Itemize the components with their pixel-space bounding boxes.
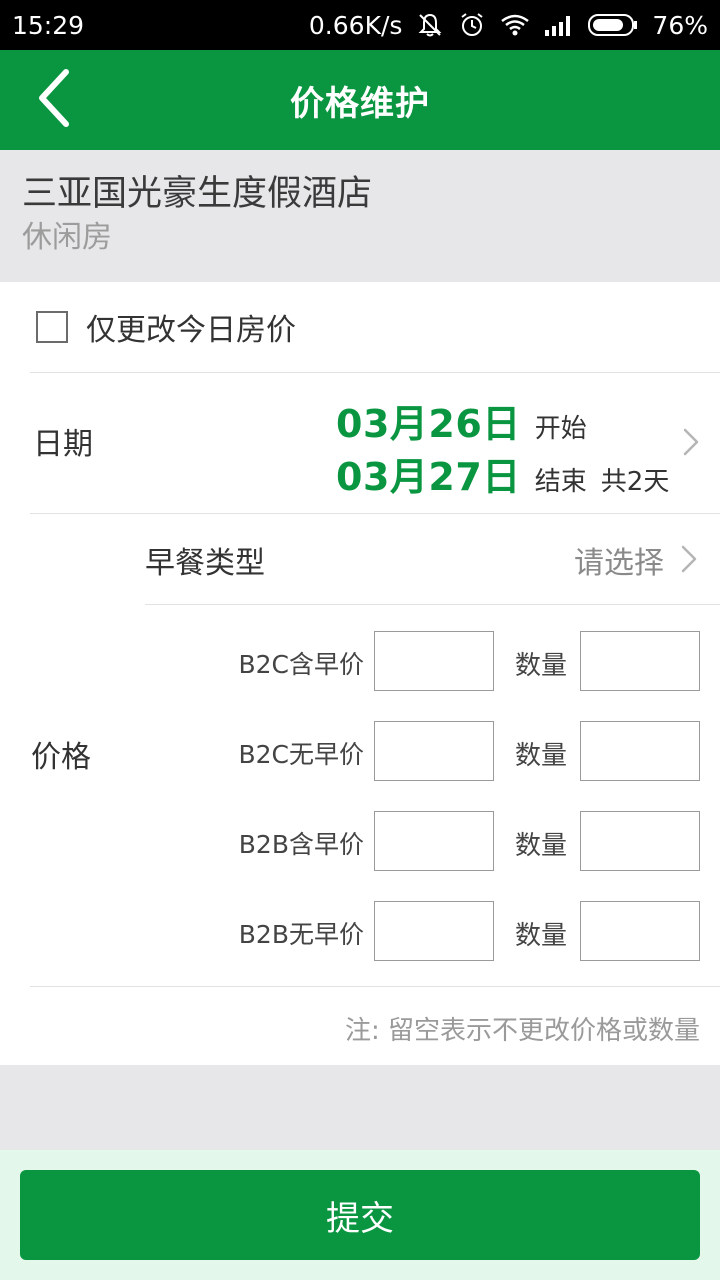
price-input[interactable] xyxy=(374,811,494,871)
chevron-right-icon xyxy=(678,542,700,576)
alarm-clock-icon xyxy=(458,11,486,39)
signal-icon xyxy=(544,13,574,37)
quantity-input[interactable] xyxy=(580,901,700,961)
quantity-label: 数量 xyxy=(515,651,568,681)
price-row-b2c-with-breakfast: B2C含早价 数量 xyxy=(0,631,720,693)
price-row-label: B2B无早价 xyxy=(238,920,364,949)
quantity-input[interactable] xyxy=(580,631,700,691)
start-date: 03月26日 xyxy=(336,402,521,446)
end-suffix: 结束 xyxy=(534,467,587,497)
quantity-label: 数量 xyxy=(515,921,568,951)
price-input[interactable] xyxy=(374,631,494,691)
hotel-name: 三亚国光豪生度假酒店 xyxy=(22,174,373,214)
start-suffix: 开始 xyxy=(534,414,587,444)
battery-icon xyxy=(588,13,638,37)
divider xyxy=(145,604,720,605)
price-row-b2b-with-breakfast: B2B含早价 数量 xyxy=(0,811,720,873)
wifi-icon xyxy=(500,13,530,37)
today-only-label: 仅更改今日房价 xyxy=(86,313,296,348)
price-row-b2b-no-breakfast: B2B无早价 数量 xyxy=(0,901,720,963)
date-range-row[interactable]: 日期 03月26日 开始 03月27日 结束 共2天 xyxy=(0,373,720,513)
total-days: 共2天 xyxy=(600,467,670,497)
quantity-input[interactable] xyxy=(580,811,700,871)
status-time: 15:29 xyxy=(12,10,85,40)
status-bar: 15:29 0.66K/s 76% xyxy=(0,0,720,50)
page-title: 价格维护 xyxy=(290,83,430,124)
back-chevron-icon xyxy=(34,68,74,132)
today-only-row[interactable]: 仅更改今日房价 xyxy=(0,282,720,372)
quantity-input[interactable] xyxy=(580,721,700,781)
battery-percent: 76% xyxy=(652,10,708,40)
end-date: 03月27日 xyxy=(336,455,521,499)
hotel-header: 三亚国光豪生度假酒店 休闲房 xyxy=(0,150,720,282)
price-row-label: B2B含早价 xyxy=(238,830,364,859)
start-date-line: 03月26日 开始 xyxy=(336,393,587,448)
price-input[interactable] xyxy=(374,901,494,961)
price-input[interactable] xyxy=(374,721,494,781)
end-date-line: 03月27日 结束 共2天 xyxy=(336,446,669,501)
chevron-right-icon xyxy=(680,425,702,459)
bottom-action-bar: 提交 xyxy=(0,1150,720,1280)
breakfast-type-label: 早餐类型 xyxy=(145,546,265,581)
today-only-checkbox[interactable] xyxy=(36,311,68,343)
divider xyxy=(30,986,720,987)
quantity-label: 数量 xyxy=(515,741,568,771)
date-label: 日期 xyxy=(33,427,93,462)
submit-button[interactable]: 提交 xyxy=(20,1170,700,1260)
mute-bell-icon xyxy=(416,11,444,39)
breakfast-type-row[interactable]: 早餐类型 请选择 xyxy=(145,514,720,604)
app-bar: 价格维护 xyxy=(0,50,720,150)
status-right-group: 0.66K/s 76% xyxy=(309,11,708,40)
price-form-card: 仅更改今日房价 日期 03月26日 开始 03月27日 结束 共2天 早餐类型 … xyxy=(0,282,720,1065)
breakfast-type-value: 请选择 xyxy=(574,546,664,581)
price-row-label: B2C无早价 xyxy=(238,740,364,769)
note-text: 注: 留空表示不更改价格或数量 xyxy=(344,1016,700,1046)
room-type: 休闲房 xyxy=(22,220,112,255)
price-row-b2c-no-breakfast: B2C无早价 数量 xyxy=(0,721,720,783)
price-row-label: B2C含早价 xyxy=(238,650,364,679)
back-button[interactable] xyxy=(22,68,86,132)
network-speed: 0.66K/s xyxy=(308,10,403,40)
quantity-label: 数量 xyxy=(515,831,568,861)
